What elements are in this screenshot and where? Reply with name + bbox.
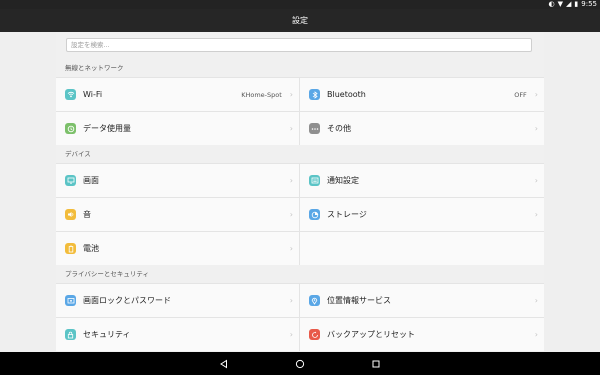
chevron-right-icon: › [289,90,293,99]
setting-label: その他 [327,124,351,133]
setting-label: データ使用量 [83,124,131,133]
settings-list: 設定を検索... 無線とネットワーク Wi-Fi KHome-Spot › Bl… [56,32,544,352]
setting-sound[interactable]: 音 › [56,198,300,231]
setting-notifications[interactable]: 通知設定 › [300,164,544,197]
chevron-right-icon: › [534,124,538,133]
cell-signal-icon: ◢ [566,0,572,8]
home-button[interactable] [293,357,307,371]
setting-label: セキュリティ [83,330,131,339]
setting-more[interactable]: その他 › [300,112,544,145]
chevron-right-icon: › [289,244,293,253]
storage-icon [309,209,320,220]
battery-icon [65,243,76,254]
setting-label: 位置情報サービス [327,296,391,305]
recents-icon [372,360,380,367]
settings-row: 音 › ストレージ › [56,197,544,231]
chevron-right-icon: › [289,210,293,219]
search-input[interactable]: 設定を検索... [66,38,532,52]
data-saver-icon: ◐ [548,0,555,8]
setting-label: Bluetooth [327,90,366,99]
section-header-privacy: プライバシーとセキュリティ [56,266,544,282]
chevron-right-icon: › [534,90,538,99]
more-icon [309,123,320,134]
setting-wifi[interactable]: Wi-Fi KHome-Spot › [56,78,300,111]
security-icon [65,329,76,340]
bluetooth-icon [309,89,320,100]
location-icon [309,295,320,306]
setting-backup-reset[interactable]: バックアップとリセット › [300,318,544,351]
home-icon [295,359,305,368]
back-icon [220,359,227,368]
section-header-wireless: 無線とネットワーク [56,60,544,76]
recents-button[interactable] [369,357,383,371]
settings-row: 画面ロックとパスワード › 位置情報サービス › [56,283,544,317]
data-usage-icon [65,123,76,134]
setting-label: 音 [83,210,91,219]
wifi-signal-icon: ▼ [557,0,564,8]
display-icon [65,175,76,186]
setting-location[interactable]: 位置情報サービス › [300,284,544,317]
setting-bluetooth[interactable]: Bluetooth OFF › [300,78,544,111]
chevron-right-icon: › [289,176,293,185]
setting-label: 通知設定 [327,176,359,185]
chevron-right-icon: › [534,330,538,339]
settings-row: データ使用量 › その他 › [56,111,544,145]
back-button[interactable] [217,357,231,371]
page-title: 設定 [0,9,600,32]
setting-label: バックアップとリセット [327,330,415,339]
empty-cell [300,232,544,265]
setting-display[interactable]: 画面 › [56,164,300,197]
chevron-right-icon: › [534,210,538,219]
setting-value: OFF [514,90,527,99]
setting-label: 画面 [83,176,99,185]
section-header-device: デバイス [56,146,544,162]
setting-label: 画面ロックとパスワード [83,296,171,305]
status-time: 9:55 [581,0,597,8]
sound-icon [65,209,76,220]
setting-data-usage[interactable]: データ使用量 › [56,112,300,145]
settings-row: セキュリティ › バックアップとリセット › [56,317,544,351]
battery-status-icon: ▮ [574,0,579,8]
screen-lock-icon [65,295,76,306]
setting-label: 電池 [83,244,99,253]
status-bar: ◐ ▼ ◢ ▮ 9:55 [0,0,600,9]
settings-row: 電池 › [56,231,544,265]
backup-reset-icon [309,329,320,340]
wifi-icon [65,89,76,100]
setting-value: KHome-Spot [241,90,282,99]
setting-label: Wi-Fi [83,90,103,99]
notification-icon [309,175,320,186]
navigation-bar [0,352,600,375]
setting-screen-lock[interactable]: 画面ロックとパスワード › [56,284,300,317]
chevron-right-icon: › [289,124,293,133]
setting-battery[interactable]: 電池 › [56,232,300,265]
chevron-right-icon: › [289,296,293,305]
chevron-right-icon: › [534,176,538,185]
setting-label: ストレージ [327,210,367,219]
setting-security[interactable]: セキュリティ › [56,318,300,351]
setting-storage[interactable]: ストレージ › [300,198,544,231]
settings-row: 画面 › 通知設定 › [56,163,544,197]
chevron-right-icon: › [534,296,538,305]
settings-row: Wi-Fi KHome-Spot › Bluetooth OFF › [56,77,544,111]
chevron-right-icon: › [289,330,293,339]
